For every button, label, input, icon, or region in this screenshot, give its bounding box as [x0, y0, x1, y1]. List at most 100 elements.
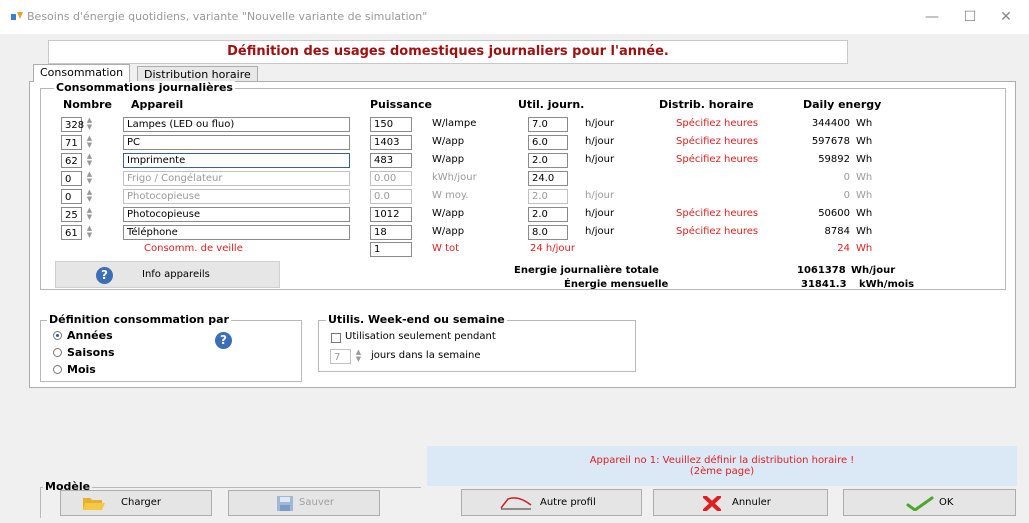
usage-field[interactable]: 2.0: [528, 189, 568, 204]
spinner-arrows-icon[interactable]: ▲ ▼: [84, 171, 95, 186]
device-field[interactable]: Imprimente: [123, 153, 350, 168]
standby-power-field[interactable]: 1: [370, 242, 412, 257]
status-message: Appareil no 1: Veuillez définir la distr…: [427, 446, 1017, 486]
spinner-arrows-icon[interactable]: ▲ ▼: [84, 153, 95, 168]
specify-hours-link[interactable]: Spécifiez heures: [676, 154, 758, 165]
daily-total-unit: Wh/jour: [851, 265, 896, 276]
save-button[interactable]: Sauver: [228, 490, 380, 516]
col-device: Appareil: [131, 98, 184, 111]
status-message-line2: (2ème page): [689, 466, 755, 477]
spinner-arrows-icon[interactable]: ▲ ▼: [353, 349, 364, 364]
usage-field[interactable]: 6.0: [528, 135, 568, 150]
weekend-checkbox-label: Utilisation seulement pendant: [345, 331, 496, 342]
radio-saisons[interactable]: [53, 348, 62, 357]
power-field[interactable]: 150: [370, 117, 412, 132]
power-field[interactable]: 1403: [370, 135, 412, 150]
energy-unit: Wh: [856, 154, 873, 165]
usage-field[interactable]: 7.0: [528, 117, 568, 132]
col-distribution: Distrib. horaire: [659, 98, 754, 111]
usage-unit: h/jour: [585, 226, 615, 237]
number-input[interactable]: 0: [61, 171, 82, 186]
number-input[interactable]: 61: [61, 225, 82, 240]
device-field[interactable]: Photocopieuse: [123, 189, 350, 204]
device-field[interactable]: PC: [123, 135, 350, 150]
power-field[interactable]: 0.00: [370, 171, 412, 186]
days-input[interactable]: 7: [330, 349, 351, 364]
radio-mois-label[interactable]: Mois: [67, 363, 96, 376]
device-field[interactable]: Photocopieuse: [123, 207, 350, 222]
load-button[interactable]: Charger: [60, 490, 212, 516]
energy-value: 59892: [818, 154, 850, 165]
power-unit: W/app: [432, 154, 465, 165]
info-devices-button[interactable]: ? Info appareils: [55, 261, 280, 288]
specify-hours-link[interactable]: Spécifiez heures: [676, 208, 758, 219]
energy-unit: Wh: [856, 136, 873, 147]
radio-saisons-label[interactable]: Saisons: [67, 346, 115, 359]
minimize-button[interactable]: —: [912, 6, 952, 28]
spinner-arrows-icon[interactable]: ▲ ▼: [84, 117, 95, 132]
standby-energy-value: 24: [837, 243, 850, 254]
usage-field[interactable]: 24.0: [528, 171, 568, 186]
spinner-arrows-icon[interactable]: ▲ ▼: [84, 225, 95, 240]
title-bar: Besoins d'énergie quotidiens, variante "…: [0, 0, 1029, 34]
specify-hours-link[interactable]: Spécifiez heures: [676, 226, 758, 237]
power-unit: W/app: [432, 208, 465, 219]
device-field[interactable]: Lampes (LED ou fluo): [123, 117, 350, 132]
consumption-group-title: Consommations journalières: [54, 81, 235, 94]
specify-hours-link[interactable]: Spécifiez heures: [676, 136, 758, 147]
usage-field[interactable]: 8.0: [528, 225, 568, 240]
number-input[interactable]: 0: [61, 189, 82, 204]
weekend-group: [318, 320, 636, 372]
weekend-group-title: Utilis. Week-end ou semaine: [326, 313, 507, 326]
radio-mois[interactable]: [53, 365, 62, 374]
floppy-icon: [277, 496, 293, 511]
help-icon: ?: [96, 267, 113, 284]
other-profile-button[interactable]: Autre profil: [461, 489, 642, 516]
radio-annees[interactable]: [53, 331, 62, 340]
tab-consommation[interactable]: Consommation: [33, 64, 131, 82]
ok-button[interactable]: OK: [843, 489, 1016, 516]
standby-usage: 24 h/jour: [530, 243, 575, 254]
specify-hours-link[interactable]: Spécifiez heures: [676, 118, 758, 129]
device-field[interactable]: Frigo / Congélateur: [123, 171, 350, 186]
help-icon[interactable]: ?: [215, 332, 232, 349]
app-icon: [11, 12, 23, 20]
usage-field[interactable]: 2.0: [528, 207, 568, 222]
daily-total-label: Energie journalière totale: [514, 265, 659, 276]
power-field[interactable]: 0.0: [370, 189, 412, 204]
energy-value: 0: [843, 190, 850, 201]
other-profile-label: Autre profil: [540, 497, 596, 508]
power-unit: W/lampe: [432, 118, 477, 129]
spinner-arrows-icon[interactable]: ▲ ▼: [84, 189, 95, 204]
usage-field[interactable]: 2.0: [528, 153, 568, 168]
cancel-button[interactable]: Annuler: [653, 489, 828, 516]
col-number: Nombre: [63, 98, 112, 111]
col-daily-energy: Daily energy: [803, 98, 882, 111]
power-field[interactable]: 1012: [370, 207, 412, 222]
maximize-button[interactable]: ☐: [950, 6, 990, 28]
energy-value: 597678: [811, 136, 850, 147]
energy-unit: Wh: [856, 190, 873, 201]
number-input[interactable]: 71: [61, 135, 82, 150]
spinner-arrows-icon[interactable]: ▲ ▼: [84, 207, 95, 222]
power-field[interactable]: 483: [370, 153, 412, 168]
monthly-total-unit: kWh/mois: [859, 279, 915, 290]
close-button[interactable]: ✕: [986, 6, 1026, 28]
power-field[interactable]: 18: [370, 225, 412, 240]
check-icon: [906, 496, 934, 511]
number-input[interactable]: 62: [61, 153, 82, 168]
status-message-line1: Appareil no 1: Veuillez définir la distr…: [589, 455, 855, 466]
number-input[interactable]: 328: [61, 117, 84, 132]
device-field[interactable]: Téléphone: [123, 225, 350, 240]
spinner-arrows-icon[interactable]: ▲ ▼: [84, 135, 95, 150]
radio-annees-label[interactable]: Années: [67, 329, 113, 342]
weekend-checkbox[interactable]: [331, 333, 341, 343]
usage-unit: h/jour: [585, 154, 615, 165]
tab-distribution-horaire[interactable]: Distribution horaire: [137, 66, 258, 82]
daily-total-value: 1061378: [797, 265, 846, 276]
number-input[interactable]: 25: [61, 207, 82, 222]
energy-value: 344400: [811, 118, 850, 129]
monthly-total-label: Énergie mensuelle: [564, 279, 669, 290]
energy-value: 0: [843, 172, 850, 183]
power-unit: kWh/jour: [432, 172, 477, 183]
